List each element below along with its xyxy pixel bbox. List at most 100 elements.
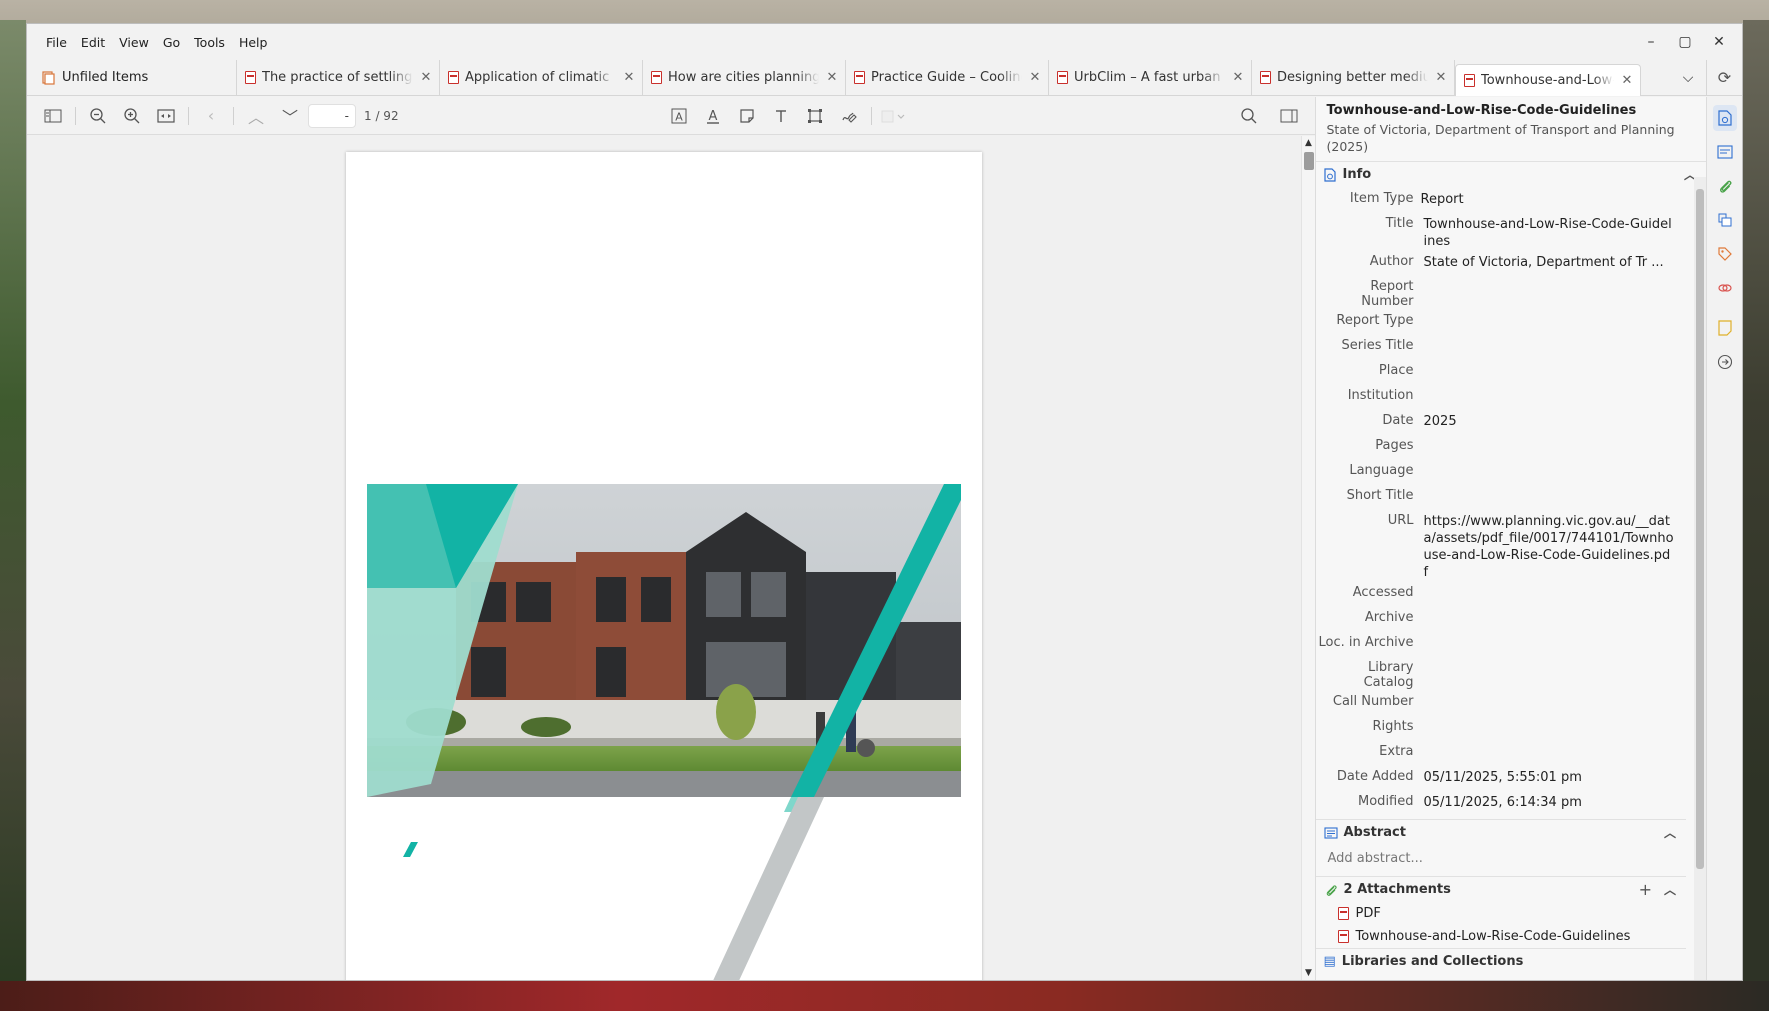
field-date: Date 2025 bbox=[1316, 409, 1687, 434]
field-label: Library Catalog bbox=[1363, 660, 1414, 690]
maximize-button[interactable]: ▢ bbox=[1668, 28, 1702, 56]
document-scrollbar[interactable]: ▲ ▼ bbox=[1300, 136, 1315, 980]
svg-text:A: A bbox=[709, 109, 718, 124]
attachments-nav-paperclip-icon[interactable] bbox=[1713, 173, 1737, 199]
pdf-icon bbox=[854, 71, 865, 84]
toolbar-divider bbox=[75, 106, 76, 125]
tab-bar: Unfiled Items The practice of settling ✕… bbox=[27, 60, 1742, 96]
scrollbar-thumb[interactable] bbox=[1303, 152, 1314, 170]
toggle-sidebar-icon[interactable] bbox=[37, 102, 69, 130]
field-label: Report Type bbox=[1336, 313, 1414, 328]
field-value: 05/11/2025, 6:14:34 pm bbox=[1423, 795, 1582, 810]
close-icon[interactable]: ✕ bbox=[419, 70, 433, 85]
close-window-button[interactable]: ✕ bbox=[1702, 28, 1736, 56]
note-annotation-icon[interactable] bbox=[731, 102, 763, 130]
tab-reader-3[interactable]: How are cities planning ✕ bbox=[643, 60, 846, 95]
tab-overflow-chevron-down-icon[interactable]: ⌵ bbox=[1670, 70, 1706, 86]
menu-file[interactable]: File bbox=[39, 35, 74, 50]
search-icon[interactable] bbox=[1233, 102, 1265, 130]
locate-nav-icon[interactable] bbox=[1713, 349, 1737, 375]
menu-view[interactable]: View bbox=[112, 35, 156, 50]
minimize-button[interactable]: – bbox=[1634, 28, 1668, 56]
tab-reader-1[interactable]: The practice of settling ✕ bbox=[237, 60, 440, 95]
field-label: Institution bbox=[1347, 388, 1414, 403]
tags-nav-icon[interactable] bbox=[1713, 241, 1737, 267]
fit-width-icon[interactable] bbox=[150, 102, 182, 130]
tab-reader-4[interactable]: Practice Guide – Cooling ✕ bbox=[846, 60, 1049, 95]
menu-help[interactable]: Help bbox=[232, 35, 275, 50]
libraries-collections-section-header[interactable]: ▤ Libraries and Collections bbox=[1315, 948, 1687, 974]
page-number-input[interactable] bbox=[308, 103, 356, 128]
pdf-icon bbox=[651, 71, 662, 84]
field-author: Author State of Victoria, Department of … bbox=[1316, 250, 1687, 275]
scroll-up-arrow-icon[interactable]: ▲ bbox=[1302, 138, 1315, 148]
url-link[interactable]: https://www.planning.vic.gov.au/__data/a… bbox=[1424, 513, 1687, 581]
field-place: Place bbox=[1316, 359, 1687, 384]
collapse-chevron-up-icon[interactable]: ︿ bbox=[1664, 824, 1676, 841]
pdf-reader: ‹ ︿ ﹀ 1 / 92 A A bbox=[27, 97, 1315, 980]
toolbar-divider bbox=[188, 106, 189, 125]
sync-icon[interactable]: ⟳ bbox=[1706, 60, 1742, 95]
tab-reader-5[interactable]: UrbClim – A fast urban ✕ bbox=[1049, 60, 1252, 95]
abstract-input[interactable]: Add abstract... bbox=[1316, 845, 1707, 876]
collapse-chevron-up-icon[interactable]: ︿ bbox=[1664, 881, 1676, 898]
scrollbar-thumb[interactable] bbox=[1696, 189, 1705, 869]
field-value[interactable]: State of Victoria, Department of Tr ... bbox=[1424, 254, 1687, 271]
close-icon[interactable]: ✕ bbox=[1434, 70, 1448, 85]
scroll-down-arrow-icon[interactable]: ▼ bbox=[1302, 968, 1315, 978]
abstract-nav-icon[interactable] bbox=[1713, 139, 1737, 165]
close-icon[interactable]: ✕ bbox=[825, 70, 839, 85]
close-icon[interactable]: ✕ bbox=[1231, 70, 1245, 85]
wallpaper-left bbox=[0, 20, 26, 981]
previous-page-icon[interactable]: ︿ bbox=[240, 102, 272, 130]
field-label: Call Number bbox=[1332, 694, 1414, 709]
related-nav-icon[interactable] bbox=[1713, 275, 1737, 301]
close-icon[interactable]: ✕ bbox=[1028, 70, 1042, 85]
toolbar-divider bbox=[233, 106, 234, 125]
draw-icon[interactable] bbox=[833, 102, 865, 130]
document-view[interactable]: ▲ ▼ bbox=[27, 136, 1315, 980]
tab-reader-active[interactable]: Townhouse-and-Low-Rise ✕ bbox=[1455, 63, 1641, 96]
field-value[interactable]: Townhouse-and-Low-Rise-Code-Guidelines bbox=[1424, 216, 1687, 250]
close-icon[interactable]: ✕ bbox=[622, 70, 636, 85]
notes-nav-icon[interactable] bbox=[1713, 315, 1737, 341]
toolbar-divider bbox=[871, 107, 872, 125]
field-value[interactable]: Report bbox=[1421, 191, 1687, 208]
attachment-title: Townhouse-and-Low-Rise-Code-Guidelines bbox=[1355, 929, 1631, 944]
text-annotation-icon[interactable] bbox=[765, 102, 797, 130]
field-label: Rights bbox=[1372, 719, 1414, 734]
pdf-page[interactable] bbox=[346, 152, 982, 980]
menu-go[interactable]: Go bbox=[156, 35, 187, 50]
color-picker-icon[interactable] bbox=[878, 102, 910, 130]
menu-tools[interactable]: Tools bbox=[187, 35, 232, 50]
item-pane-scrollbar[interactable] bbox=[1694, 177, 1707, 980]
field-report-number: Report Number bbox=[1316, 275, 1687, 309]
field-value[interactable]: 2025 bbox=[1424, 413, 1687, 430]
add-attachment-icon[interactable]: + bbox=[1639, 880, 1652, 899]
menu-edit[interactable]: Edit bbox=[74, 35, 112, 50]
attachment-item[interactable]: Townhouse-and-Low-Rise-Code-Guidelines bbox=[1316, 925, 1707, 948]
info-section-header[interactable]: Info ︿ bbox=[1315, 161, 1707, 187]
info-nav-icon[interactable] bbox=[1712, 105, 1737, 131]
libraries-icon: ▤ bbox=[1323, 954, 1336, 969]
tab-reader-2[interactable]: Application of climatic ✕ bbox=[440, 60, 643, 95]
next-page-icon[interactable]: ﹀ bbox=[274, 102, 306, 130]
attachments-section-header[interactable]: 2 Attachments + ︿ bbox=[1315, 876, 1687, 902]
tab-reader-6[interactable]: Designing better medium ✕ bbox=[1252, 60, 1455, 95]
field-label: Report Number bbox=[1361, 279, 1414, 309]
highlight-text-icon[interactable]: A bbox=[663, 102, 695, 130]
close-icon[interactable]: ✕ bbox=[1620, 73, 1634, 88]
underline-text-icon[interactable]: A bbox=[697, 102, 729, 130]
toggle-context-pane-icon[interactable] bbox=[1273, 102, 1305, 130]
field-modified: Modified 05/11/2025, 6:14:34 pm bbox=[1316, 790, 1687, 815]
attachment-item[interactable]: PDF bbox=[1316, 902, 1707, 925]
back-arrow-icon[interactable]: ‹ bbox=[195, 102, 227, 130]
abstract-section-header[interactable]: Abstract ︿ bbox=[1315, 819, 1687, 845]
tab-title: How are cities planning bbox=[668, 70, 819, 85]
zoom-in-icon[interactable] bbox=[116, 102, 148, 130]
select-area-icon[interactable] bbox=[799, 102, 831, 130]
zoom-out-icon[interactable] bbox=[82, 102, 114, 130]
libraries-nav-icon[interactable] bbox=[1713, 207, 1737, 233]
tab-library[interactable]: Unfiled Items bbox=[27, 60, 237, 95]
pdf-icon bbox=[1337, 907, 1349, 920]
